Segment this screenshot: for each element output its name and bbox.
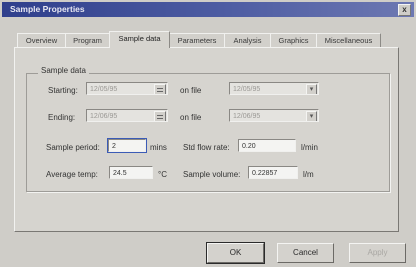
ending-date-field[interactable]: 12/06/95 bbox=[86, 109, 168, 122]
starting-date-value: 12/05/95 bbox=[90, 86, 118, 93]
sample-volume-unit: l/m bbox=[303, 170, 314, 179]
flow-rate-input[interactable]: 0.20 bbox=[238, 139, 296, 152]
title-bar[interactable]: Sample Properties x bbox=[2, 2, 414, 17]
tab-program[interactable]: Program bbox=[65, 33, 110, 47]
starting-on-file-value: 12/05/95 bbox=[233, 86, 261, 93]
tab-analysis[interactable]: Analysis bbox=[224, 33, 271, 47]
starting-label: Starting: bbox=[48, 86, 78, 95]
cancel-button[interactable]: Cancel bbox=[277, 243, 334, 263]
ending-on-file-value: 12/06/95 bbox=[233, 113, 261, 120]
close-button[interactable]: x bbox=[398, 4, 411, 16]
sample-period-input[interactable]: 2 bbox=[107, 138, 147, 153]
tab-sample-data[interactable]: Sample data bbox=[109, 31, 170, 48]
flow-rate-label: Std flow rate: bbox=[183, 143, 230, 152]
sample-period-unit: mins bbox=[150, 143, 167, 152]
average-temp-label: Average temp: bbox=[46, 170, 98, 179]
sample-volume-input[interactable]: 0.22857 bbox=[248, 166, 298, 179]
chevron-down-icon[interactable]: ▾ bbox=[306, 84, 317, 94]
chevron-down-icon[interactable]: ▾ bbox=[306, 111, 317, 121]
tab-graphics[interactable]: Graphics bbox=[270, 33, 317, 47]
average-temp-unit: °C bbox=[158, 170, 167, 179]
tab-miscellaneous[interactable]: Miscellaneous bbox=[316, 33, 381, 47]
starting-on-file-field[interactable]: 12/05/95 ▾ bbox=[229, 82, 319, 95]
group-title: Sample data bbox=[38, 66, 89, 75]
window-title: Sample Properties bbox=[10, 4, 85, 14]
ok-button[interactable]: OK bbox=[206, 242, 265, 264]
ending-on-file-field[interactable]: 12/06/95 ▾ bbox=[229, 109, 319, 122]
ending-label: Ending: bbox=[48, 113, 76, 122]
average-temp-input[interactable]: 24.5 bbox=[109, 166, 153, 179]
tab-overview[interactable]: Overview bbox=[17, 33, 66, 47]
sample-volume-label: Sample volume: bbox=[183, 170, 241, 179]
apply-button[interactable]: Apply bbox=[349, 243, 406, 263]
tab-parameters[interactable]: Parameters bbox=[169, 33, 225, 47]
sample-period-label: Sample period: bbox=[46, 143, 100, 152]
sample-properties-dialog: Sample Properties x Overview Program Sam… bbox=[0, 0, 416, 267]
ending-on-file-label: on file bbox=[180, 113, 202, 122]
starting-date-field[interactable]: 12/05/95 bbox=[86, 82, 168, 95]
flow-rate-unit: l/min bbox=[301, 143, 318, 152]
ending-spinner-icon[interactable] bbox=[154, 111, 166, 121]
starting-spinner-icon[interactable] bbox=[154, 84, 166, 94]
ending-date-value: 12/06/95 bbox=[90, 113, 118, 120]
starting-on-file-label: on file bbox=[180, 86, 202, 95]
